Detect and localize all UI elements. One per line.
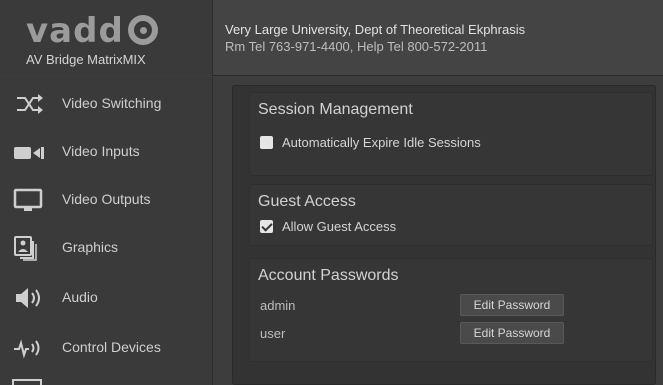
allow-guest-checkbox[interactable]: Allow Guest Access bbox=[260, 219, 396, 234]
expire-sessions-box[interactable] bbox=[260, 136, 273, 149]
product-name: AV Bridge MatrixMIX bbox=[26, 52, 146, 67]
edit-password-button[interactable]: Edit Password bbox=[460, 294, 564, 316]
vaddio-logo: vadd bbox=[26, 14, 158, 48]
next-nav-icon-partial bbox=[12, 379, 42, 385]
sidebar-item-graphics[interactable]: Graphics bbox=[0, 225, 213, 269]
top-header: vadd AV Bridge MatrixMIX Very Large Univ… bbox=[0, 0, 663, 76]
account-row: user Edit Password bbox=[260, 322, 650, 346]
video-switching-icon bbox=[17, 94, 43, 114]
site-contact: Rm Tel 763-971-4400, Help Tel 800-572-20… bbox=[225, 39, 488, 54]
sidebar-item-label: Graphics bbox=[62, 239, 119, 255]
sidebar-item-video-inputs[interactable]: Video Inputs bbox=[0, 129, 213, 173]
security-panel: Session Management Automatically Expire … bbox=[232, 85, 656, 385]
audio-icon bbox=[16, 288, 40, 308]
video-inputs-icon bbox=[14, 147, 44, 159]
video-outputs-icon bbox=[13, 188, 43, 211]
session-management-title: Session Management bbox=[258, 101, 413, 118]
site-name: Very Large University, Dept of Theoretic… bbox=[225, 22, 526, 37]
account-name: admin bbox=[260, 298, 296, 313]
graphics-icon bbox=[14, 236, 37, 261]
account-passwords-group: Account Passwords admin Edit Password us… bbox=[249, 258, 653, 362]
allow-guest-label: Allow Guest Access bbox=[282, 219, 397, 234]
sidebar-item-control-devices[interactable]: Control Devices bbox=[0, 325, 213, 369]
sidebar-item-label: Control Devices bbox=[62, 339, 161, 355]
sidebar-item-video-outputs[interactable]: Video Outputs bbox=[0, 177, 213, 221]
sidebar-item-label: Video Outputs bbox=[62, 191, 151, 207]
sidebar-item-audio[interactable]: Audio bbox=[0, 275, 213, 319]
sidebar-item-video-switching[interactable]: Video Switching bbox=[0, 81, 213, 125]
sidebar-nav: Video Switching Video Inputs Video Outpu… bbox=[0, 77, 213, 385]
brand-area: vadd AV Bridge MatrixMIX bbox=[0, 0, 213, 76]
session-management-group: Session Management Automatically Expire … bbox=[249, 92, 653, 176]
logo-text: vadd bbox=[26, 11, 124, 51]
guest-access-group: Guest Access Allow Guest Access bbox=[249, 184, 653, 246]
account-row: admin Edit Password bbox=[260, 294, 650, 318]
sidebar-item-label: Audio bbox=[62, 289, 98, 305]
account-passwords-title: Account Passwords bbox=[258, 267, 399, 284]
logo-ring-icon bbox=[127, 15, 158, 45]
guest-access-title: Guest Access bbox=[258, 193, 356, 210]
expire-sessions-checkbox[interactable]: Automatically Expire Idle Sessions bbox=[260, 135, 481, 150]
edit-password-button[interactable]: Edit Password bbox=[460, 322, 564, 344]
control-devices-icon bbox=[14, 339, 40, 359]
sidebar-item-label: Video Switching bbox=[62, 95, 162, 111]
expire-sessions-label: Automatically Expire Idle Sessions bbox=[282, 135, 481, 150]
account-name: user bbox=[260, 326, 286, 341]
sidebar-item-label: Video Inputs bbox=[62, 143, 140, 159]
main-content: Session Management Automatically Expire … bbox=[214, 77, 663, 385]
allow-guest-box[interactable] bbox=[260, 220, 273, 233]
